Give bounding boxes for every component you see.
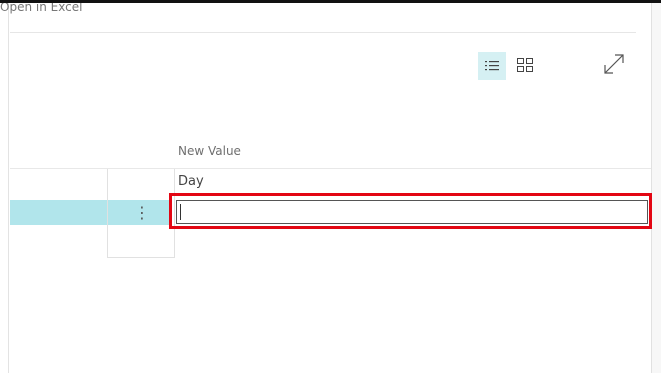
left-edge [8, 3, 9, 373]
window-top-border [0, 0, 661, 3]
cell-divider [107, 169, 108, 257]
tile-view-icon [517, 57, 533, 76]
new-value-column-header: New Value [178, 144, 241, 158]
list-view-button[interactable] [478, 52, 506, 80]
right-edge [651, 3, 661, 373]
day-field-label: Day [178, 174, 204, 189]
tile-view-button[interactable] [511, 52, 539, 80]
row-actions-icon[interactable]: ⋮ [132, 201, 152, 225]
toolbar-separator [10, 32, 636, 33]
cell-divider [107, 257, 175, 258]
list-view-icon [485, 57, 499, 76]
new-value-input[interactable] [176, 200, 648, 224]
open-in-excel-link[interactable]: Open in Excel [0, 3, 82, 17]
expand-button[interactable] [600, 52, 628, 80]
expand-icon [603, 53, 625, 79]
text-caret [180, 204, 181, 220]
